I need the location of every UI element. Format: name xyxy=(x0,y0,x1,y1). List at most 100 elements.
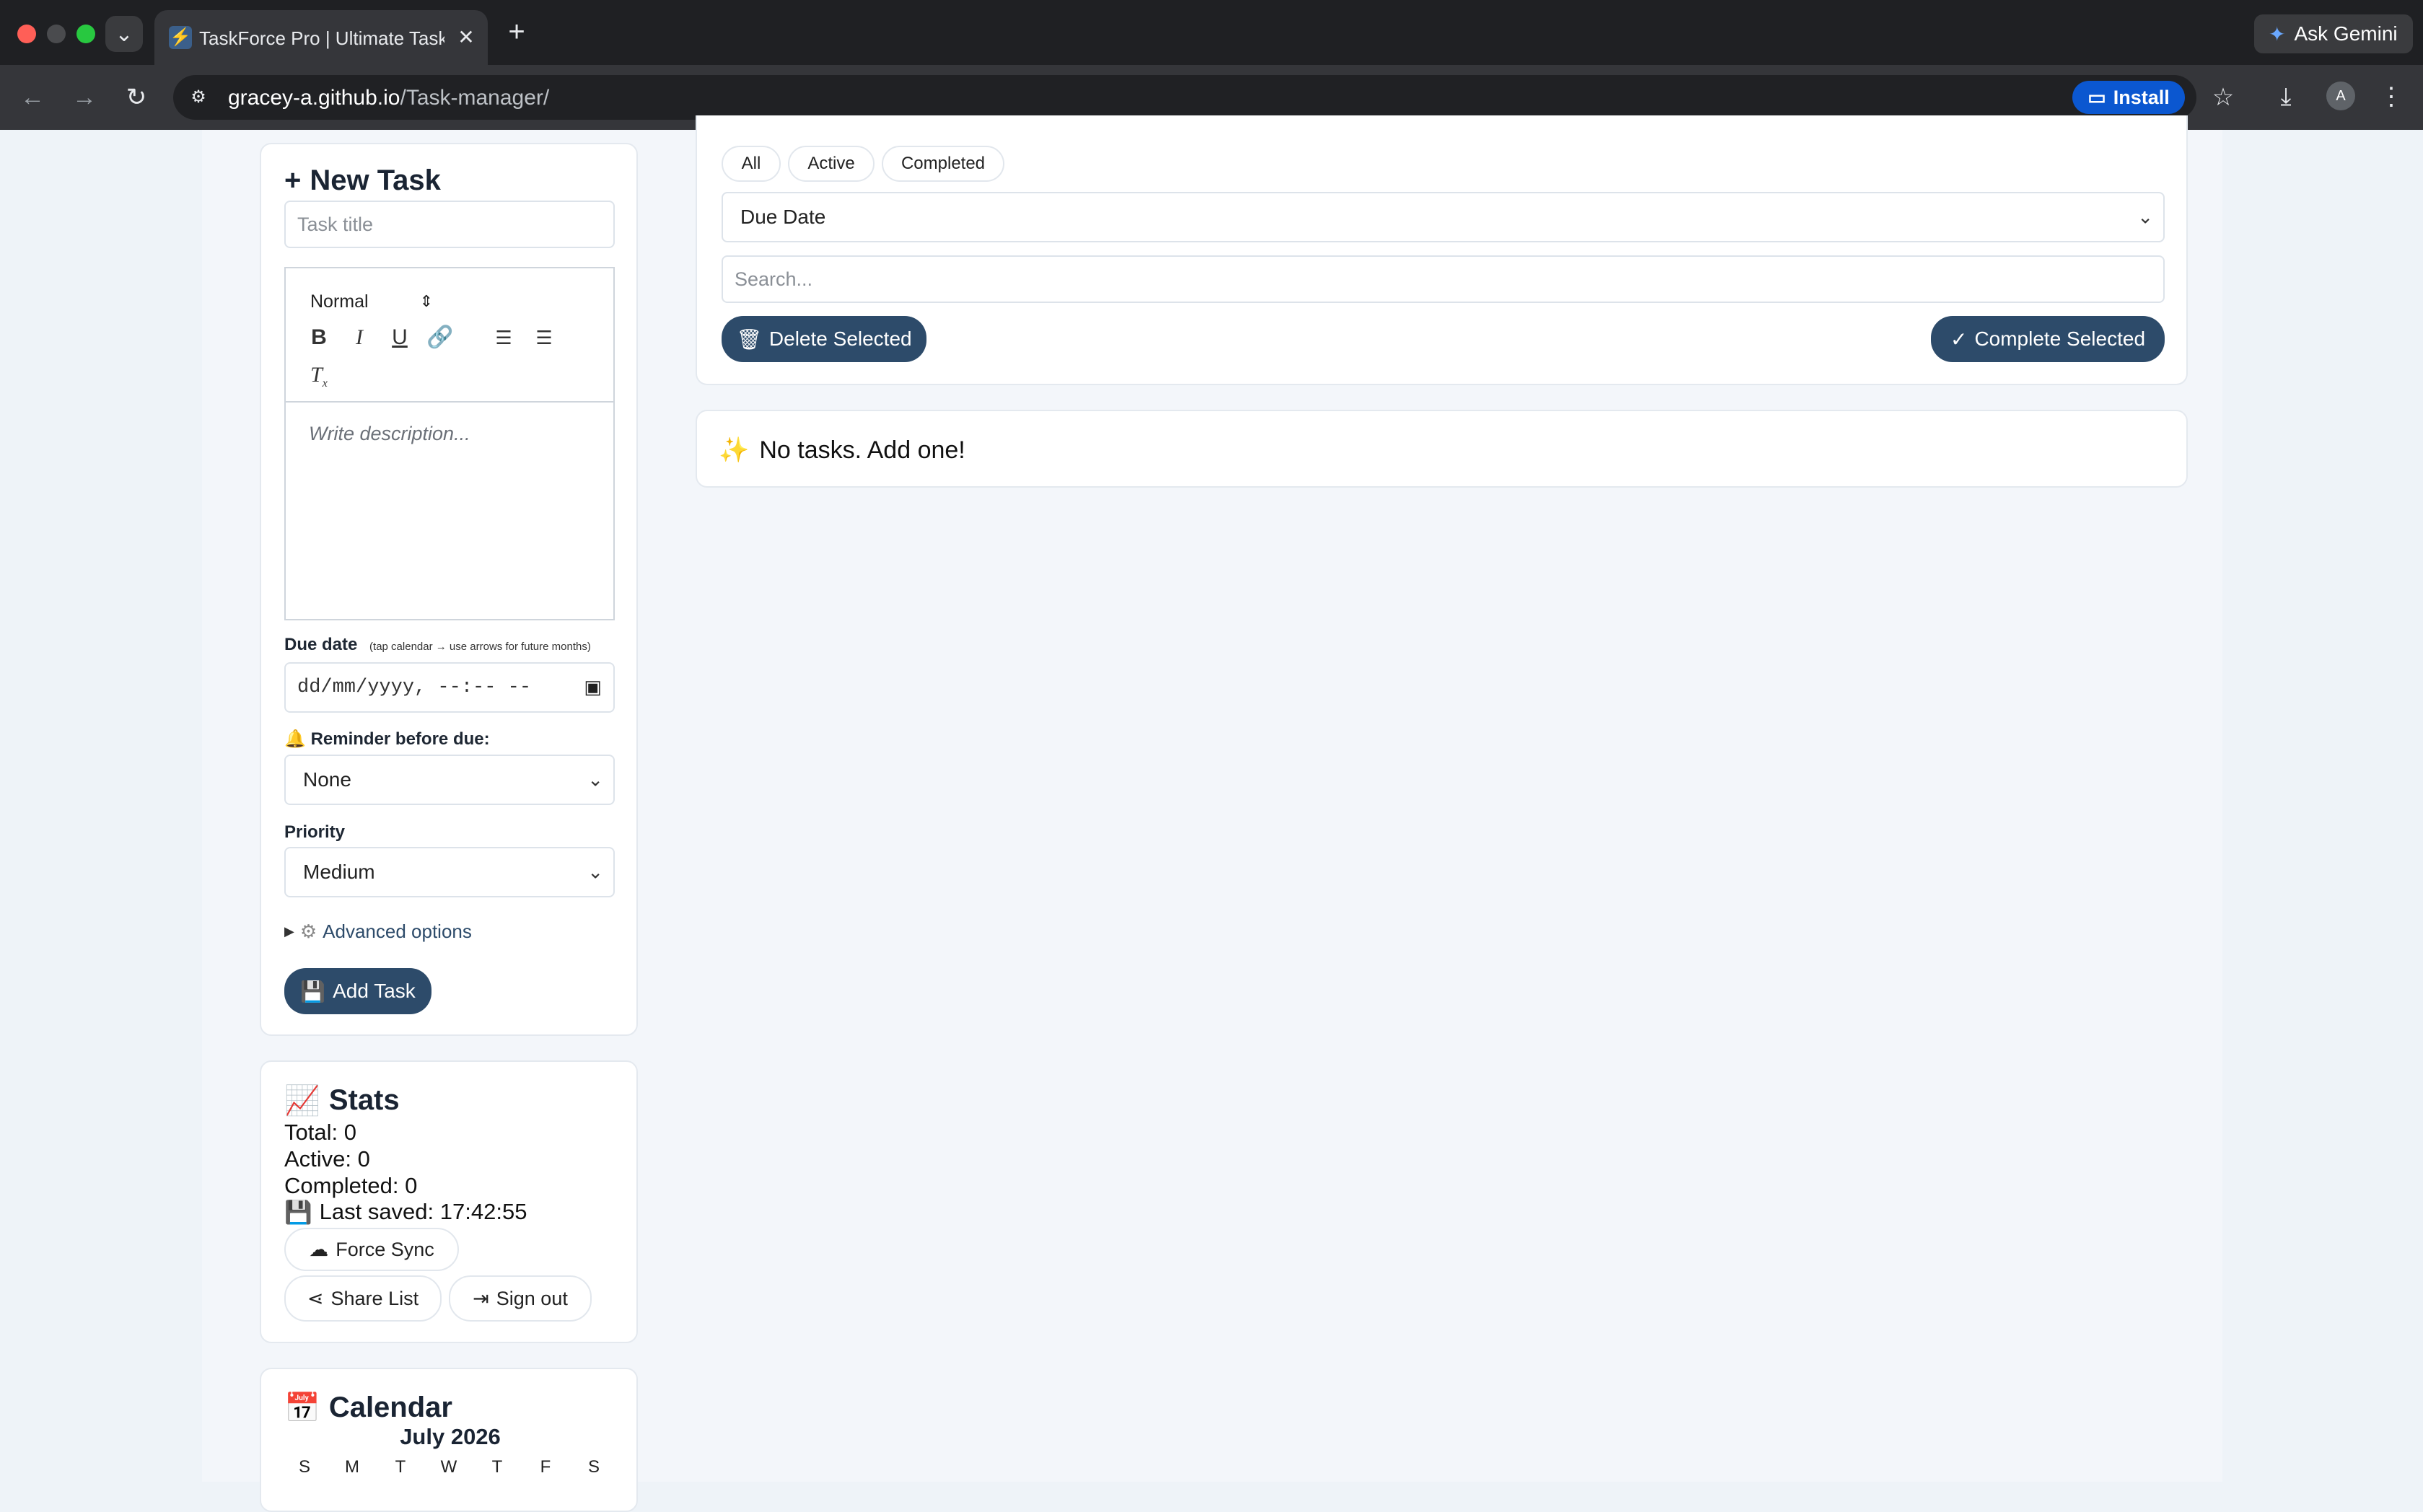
last-saved-text: Last saved: 17:42:55 xyxy=(319,1199,527,1224)
weekday-sat: S xyxy=(587,1457,600,1477)
due-date-placeholder: dd/mm/yyyy, --:-- -- xyxy=(297,677,532,698)
weekday-sun: S xyxy=(298,1457,310,1477)
italic-icon[interactable]: I xyxy=(345,323,374,352)
new-task-heading: + New Task xyxy=(284,164,441,197)
save-disk-icon: 💾 xyxy=(300,980,326,1003)
reminder-value: None xyxy=(303,768,351,791)
complete-selected-button[interactable]: ✓ Complete Selected xyxy=(1931,316,2165,362)
close-window-button[interactable] xyxy=(17,25,36,43)
stats-heading: 📈 Stats xyxy=(284,1084,400,1117)
underline-icon[interactable]: U xyxy=(385,323,414,352)
new-task-title: New Task xyxy=(310,164,441,196)
search-input[interactable]: Search... xyxy=(722,255,2165,303)
calendar-heading: 📅 Calendar xyxy=(284,1391,452,1425)
due-date-input[interactable]: dd/mm/yyyy, --:-- -- ▣ xyxy=(284,662,615,713)
filter-card: All Active Completed Due Date ⌄ Search..… xyxy=(696,115,2188,385)
save-disk-icon: 💾 xyxy=(284,1200,312,1225)
sign-out-button[interactable]: ⇥ Sign out xyxy=(449,1275,592,1322)
chevron-down-icon: ⌄ xyxy=(2137,206,2153,228)
calendar-card: 📅 Calendar July 2026 xyxy=(260,1368,638,1512)
url-path: /Task-manager/ xyxy=(400,86,550,110)
calendar-month: July 2026 xyxy=(400,1424,501,1449)
bold-icon[interactable]: B xyxy=(304,323,333,352)
chevron-down-icon: ⌄ xyxy=(587,861,603,883)
weekday-thu: T xyxy=(491,1457,503,1477)
chevron-down-icon: ⌄ xyxy=(115,22,133,46)
install-app-button[interactable]: ▭ Install xyxy=(2072,81,2185,114)
advanced-options-toggle[interactable]: ▶ ⚙ Advanced options xyxy=(284,920,472,943)
task-title-input[interactable]: Task title xyxy=(284,201,615,248)
share-list-label: Share List xyxy=(330,1287,419,1309)
browser-tabstrip: ⌄ ⚡ TaskForce Pro | Ultimate Task ✕ + ✦ … xyxy=(0,0,2423,65)
add-task-label: Add Task xyxy=(333,980,416,1002)
tab-search-button[interactable]: ⌄ xyxy=(105,16,143,52)
address-bar[interactable]: ⚙ gracey-a.github.io/Task-manager/ ▭ Ins… xyxy=(173,75,2234,120)
stat-completed: Completed: 0 xyxy=(284,1173,418,1198)
weekday-mon: M xyxy=(345,1457,359,1477)
add-task-button[interactable]: 💾 Add Task xyxy=(284,968,431,1014)
weekday-tue: T xyxy=(395,1457,406,1477)
cloud-upload-icon: ☁ xyxy=(309,1238,329,1260)
filter-tab-completed[interactable]: Completed xyxy=(882,146,1004,182)
url-text: gracey-a.github.io/Task-manager/ xyxy=(228,86,549,110)
reload-icon[interactable]: ↻ xyxy=(120,81,153,114)
sign-out-label: Sign out xyxy=(496,1287,568,1309)
disclosure-triangle-icon: ▶ xyxy=(284,924,294,939)
stats-title: Stats xyxy=(328,1084,400,1116)
share-icon: ⋖ xyxy=(307,1287,324,1309)
clear-format-icon[interactable]: Tx xyxy=(304,361,333,390)
format-value: Normal xyxy=(310,291,369,312)
chart-line-icon: 📈 xyxy=(284,1085,320,1117)
format-select[interactable]: Normal ⇕ xyxy=(310,287,440,316)
delete-selected-button[interactable]: 🗑 Delete Selected xyxy=(722,316,926,362)
share-list-button[interactable]: ⋖ Share List xyxy=(284,1275,442,1322)
url-host: gracey-a.github.io xyxy=(228,86,400,110)
reminder-select[interactable]: None ⌄ xyxy=(284,755,615,805)
force-sync-label: Force Sync xyxy=(336,1238,434,1260)
calendar-title: Calendar xyxy=(328,1392,452,1423)
back-arrow-icon[interactable]: ← xyxy=(16,81,49,114)
browser-tab-active[interactable]: ⚡ TaskForce Pro | Ultimate Task ✕ xyxy=(154,10,488,65)
chevron-down-icon: ⌄ xyxy=(587,768,603,791)
empty-message: No tasks. Add one! xyxy=(759,436,965,464)
force-sync-button[interactable]: ☁ Force Sync xyxy=(284,1228,459,1271)
priority-value: Medium xyxy=(303,861,375,883)
tab-close-icon[interactable]: ✕ xyxy=(452,23,481,52)
forward-arrow-icon[interactable]: → xyxy=(68,81,101,114)
sort-value: Due Date xyxy=(740,206,826,228)
new-tab-button[interactable]: + xyxy=(502,17,531,46)
plus-icon: + xyxy=(284,164,302,196)
complete-selected-label: Complete Selected xyxy=(1974,328,2146,350)
stat-total: Total: 0 xyxy=(284,1120,356,1145)
sort-select[interactable]: Due Date ⌄ xyxy=(722,192,2165,242)
priority-label: Priority xyxy=(284,822,346,842)
priority-select[interactable]: Medium ⌄ xyxy=(284,847,615,897)
site-info-icon[interactable]: ⚙ xyxy=(186,85,211,110)
maximize-window-button[interactable] xyxy=(76,25,95,43)
link-icon[interactable]: 🔗 xyxy=(426,323,455,352)
bookmark-star-icon[interactable]: ☆ xyxy=(2208,82,2238,113)
minimize-window-button[interactable] xyxy=(47,25,66,43)
trash-icon: 🗑 xyxy=(736,328,762,351)
ordered-list-icon[interactable]: ☰ xyxy=(489,323,518,352)
profile-avatar[interactable]: A xyxy=(2326,82,2355,110)
download-icon[interactable]: ⤓ xyxy=(2270,81,2302,113)
bullet-list-icon[interactable]: ☰ xyxy=(530,323,558,352)
ask-gemini-label: Ask Gemini xyxy=(2294,22,2398,45)
due-date-hint: (tap calendar → use arrows for future mo… xyxy=(369,641,591,653)
reminder-label: 🔔 Reminder before due: xyxy=(284,729,490,750)
new-task-card: + New Task Task title Normal ⇕ B I U 🔗 ☰… xyxy=(260,143,638,1036)
due-date-label-text: Due date xyxy=(284,635,358,654)
filter-tab-all[interactable]: All xyxy=(722,146,781,182)
double-check-icon: ✓ xyxy=(1950,328,1968,351)
sparkles-icon: ✨ xyxy=(719,436,750,464)
weekday-wed: W xyxy=(440,1457,457,1477)
filter-tab-active[interactable]: Active xyxy=(788,146,875,182)
editor-body[interactable]: Write description... xyxy=(286,404,613,619)
tab-title: TaskForce Pro | Ultimate Task xyxy=(199,27,444,49)
task-title-placeholder: Task title xyxy=(297,213,374,235)
kebab-menu-icon[interactable]: ⋮ xyxy=(2377,81,2406,113)
calendar-picker-icon[interactable]: ▣ xyxy=(584,677,602,699)
advanced-options-label: Advanced options xyxy=(323,920,472,942)
ask-gemini-button[interactable]: ✦ Ask Gemini xyxy=(2254,14,2413,53)
